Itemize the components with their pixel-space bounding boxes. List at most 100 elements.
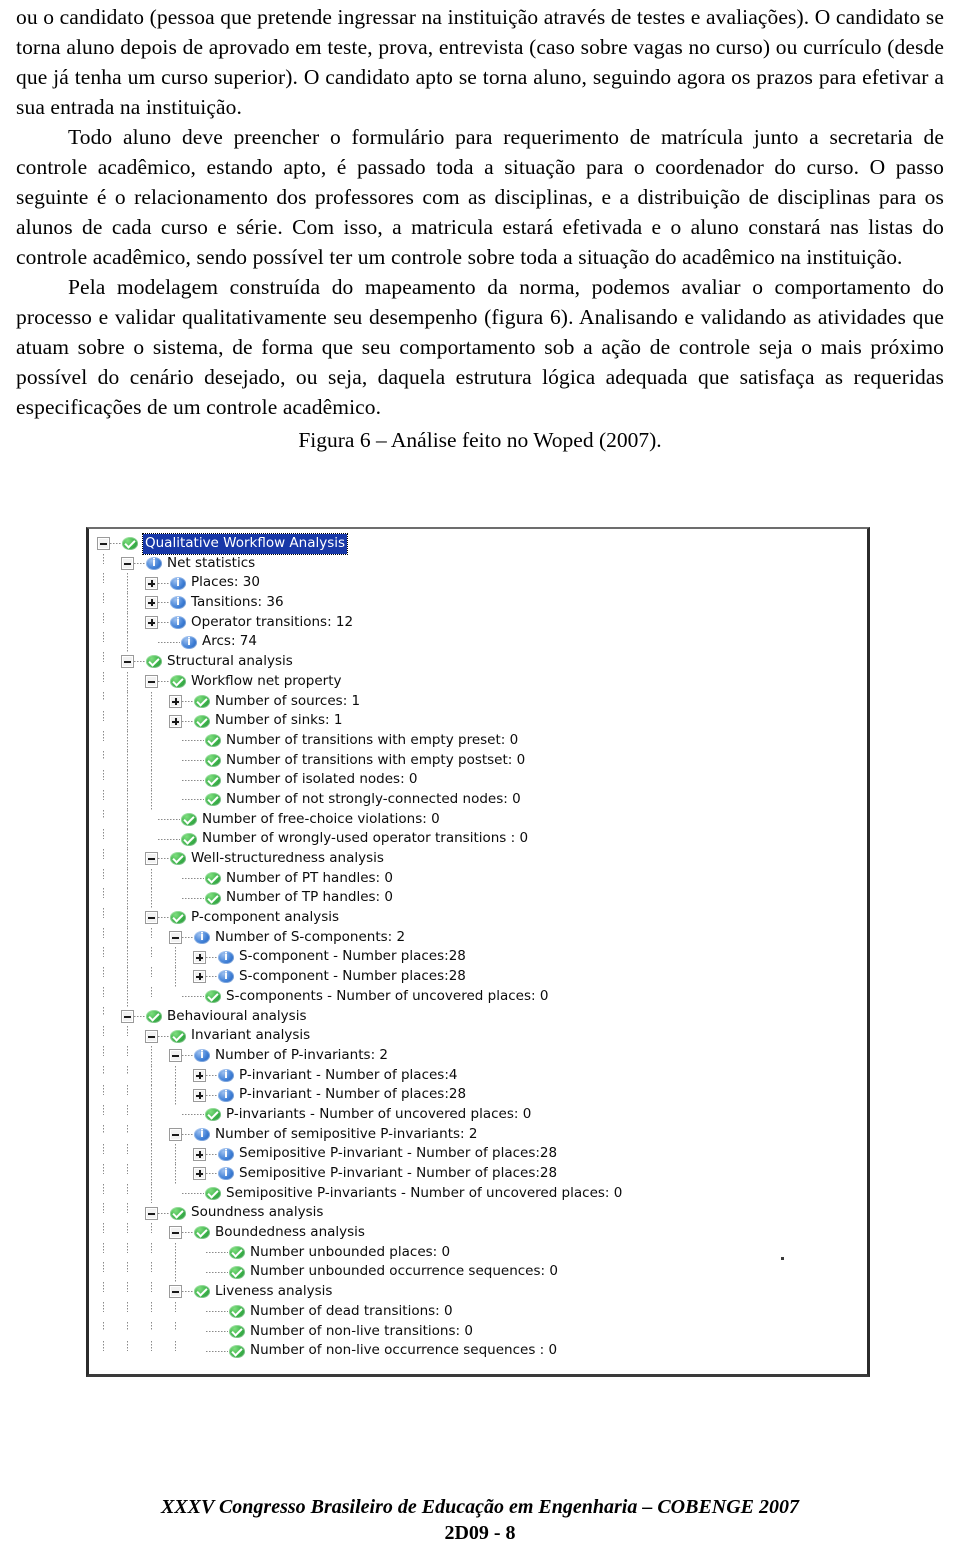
tree-expand-icon[interactable] <box>169 714 182 728</box>
tree-row[interactable]: Semipositive P-invariants - Number of un… <box>89 1183 867 1204</box>
tree-row[interactable]: Number of TP handles: 0 <box>89 888 867 909</box>
tree-connector <box>182 937 193 939</box>
tree-collapse-icon[interactable] <box>145 1029 158 1043</box>
tree-row[interactable]: S-components - Number of uncovered place… <box>89 986 867 1007</box>
tree-expand-icon[interactable] <box>145 616 158 630</box>
page-footer: XXXV Congresso Brasileiro de Educação em… <box>0 1494 960 1546</box>
tree-row-label: Number of free-choice violations: 0 <box>202 810 440 827</box>
tree-row-label: Workflow net property <box>191 672 342 689</box>
tree-expand-icon[interactable] <box>145 596 158 610</box>
tree-row[interactable]: P-invariant - Number of places:4 <box>89 1065 867 1086</box>
tree-collapse-icon[interactable] <box>145 852 158 866</box>
tree-row[interactable]: Number of isolated nodes: 0 <box>89 770 867 790</box>
tree-row[interactable]: Soundness analysis <box>89 1203 867 1223</box>
tree-row[interactable]: Liveness analysis <box>89 1282 867 1302</box>
tree-row[interactable]: Number unbounded places: 0 <box>89 1242 867 1263</box>
tree-row[interactable]: P-invariants - Number of uncovered place… <box>89 1104 867 1125</box>
tree-row-label: Behavioural analysis <box>167 1007 307 1024</box>
tree-row-label: Number of dead transitions: 0 <box>250 1302 453 1319</box>
tree-collapse-icon[interactable] <box>169 1127 182 1141</box>
tree-row-label: Boundedness analysis <box>215 1224 365 1241</box>
tree-row[interactable]: Arcs: 74 <box>89 632 867 653</box>
tree-row[interactable]: Number of P-invariants: 2 <box>89 1045 867 1066</box>
tree-row-label: Number of transitions with empty preset:… <box>226 731 519 748</box>
tree-connector <box>158 622 169 624</box>
tree-collapse-icon[interactable] <box>121 557 134 571</box>
tree-row[interactable]: Number of sources: 1 <box>89 691 867 712</box>
tree-row[interactable]: Number of sinks: 1 <box>89 711 867 731</box>
tree-collapse-icon[interactable] <box>145 675 158 689</box>
tree-connector <box>158 818 180 820</box>
tree-row-label: Number of semipositive P-invariants: 2 <box>215 1125 478 1142</box>
tree-row[interactable]: Number of non-live occurrence sequences … <box>89 1341 867 1361</box>
tree-expand-icon[interactable] <box>145 576 158 590</box>
paragraph-3: Pela modelagem construída do mapeamento … <box>16 275 944 419</box>
tree-expand-icon[interactable] <box>193 1167 206 1181</box>
tree-expand-icon[interactable] <box>193 1088 206 1102</box>
tree-row[interactable]: S-component - Number places:28 <box>89 967 867 987</box>
tree-row[interactable]: P-component analysis <box>89 908 867 928</box>
tree-row[interactable]: Number of non-live transitions: 0 <box>89 1321 867 1342</box>
tree-row[interactable]: Number of semipositive P-invariants: 2 <box>89 1124 867 1145</box>
info-icon <box>218 1067 234 1083</box>
tree-collapse-icon[interactable] <box>169 1285 182 1299</box>
tree-row[interactable]: P-invariant - Number of places:28 <box>89 1085 867 1105</box>
footer-conference: XXXV Congresso Brasileiro de Educação em… <box>160 1496 800 1518</box>
document-body: ou o candidato (pessoa que pretende ingr… <box>16 2 944 455</box>
info-icon <box>218 949 234 965</box>
tree-row[interactable]: Behavioural analysis <box>89 1006 867 1027</box>
scan-artifact <box>781 1257 784 1260</box>
tree-collapse-icon[interactable] <box>97 537 110 551</box>
tree-row[interactable]: Places: 30 <box>89 573 867 594</box>
tree-collapse-icon[interactable] <box>169 931 182 945</box>
tree-collapse-icon[interactable] <box>169 1049 182 1063</box>
tree-row[interactable]: Tansitions: 36 <box>89 593 867 613</box>
tree-expand-icon[interactable] <box>193 1068 206 1082</box>
tree-connector <box>182 799 204 801</box>
tree-row-label: S-component - Number places:28 <box>239 968 466 985</box>
tree-row[interactable]: Semipositive P-invariant - Number of pla… <box>89 1144 867 1164</box>
tree-row[interactable]: Number unbounded occurrence sequences: 0 <box>89 1262 867 1283</box>
tree-row[interactable]: Boundedness analysis <box>89 1223 867 1243</box>
check-circle-icon <box>194 1226 210 1240</box>
check-circle-icon <box>229 1344 245 1358</box>
tree-row-label: Tansitions: 36 <box>191 594 284 611</box>
info-icon <box>170 594 186 610</box>
tree-row[interactable]: Number of not strongly-connected nodes: … <box>89 789 867 810</box>
tree-collapse-icon[interactable] <box>169 1226 182 1240</box>
tree-row[interactable]: Structural analysis <box>89 652 867 672</box>
tree-row[interactable]: Operator transitions: 12 <box>89 612 867 633</box>
tree-row[interactable]: Number of free-choice violations: 0 <box>89 809 867 830</box>
tree-row[interactable]: Number of dead transitions: 0 <box>89 1301 867 1322</box>
tree-row[interactable]: Number of wrongly-used operator transiti… <box>89 829 867 849</box>
check-circle-icon <box>122 537 138 551</box>
tree-row-label: Number of S-components: 2 <box>215 928 406 945</box>
tree-row[interactable]: Invariant analysis <box>89 1026 867 1046</box>
tree-row[interactable]: Number of PT handles: 0 <box>89 868 867 889</box>
tree-collapse-icon[interactable] <box>121 655 134 669</box>
check-circle-icon <box>170 1029 186 1043</box>
check-circle-icon <box>205 734 221 748</box>
tree-row[interactable]: Number of transitions with empty preset:… <box>89 730 867 751</box>
tree-collapse-icon[interactable] <box>121 1009 134 1023</box>
tree-row[interactable]: S-component - Number places:28 <box>89 947 867 968</box>
tree-row[interactable]: Well-structuredness analysis <box>89 849 867 869</box>
tree-expand-icon[interactable] <box>169 694 182 708</box>
info-icon <box>170 614 186 630</box>
tree-collapse-icon[interactable] <box>145 1206 158 1220</box>
tree-expand-icon[interactable] <box>193 1147 206 1161</box>
tree-row[interactable]: Number of S-components: 2 <box>89 927 867 948</box>
tree-row[interactable]: Workflow net property <box>89 671 867 692</box>
tree-row-label: Number of non-live occurrence sequences … <box>250 1342 558 1359</box>
tree-row[interactable]: Qualitative Workflow Analysis <box>89 533 867 555</box>
tree-row[interactable]: Net statistics <box>89 553 867 574</box>
tree-expand-icon[interactable] <box>193 950 206 964</box>
tree-row[interactable]: Semipositive P-invariant - Number of pla… <box>89 1164 867 1184</box>
qualitative-workflow-analysis-tree[interactable]: Qualitative Workflow AnalysisNet statist… <box>89 533 867 1361</box>
check-circle-icon <box>146 1009 162 1023</box>
tree-connector <box>206 1350 228 1352</box>
tree-expand-icon[interactable] <box>193 970 206 984</box>
tree-row[interactable]: Number of transitions with empty postset… <box>89 750 867 771</box>
check-circle-icon <box>170 1206 186 1220</box>
tree-collapse-icon[interactable] <box>145 911 158 925</box>
